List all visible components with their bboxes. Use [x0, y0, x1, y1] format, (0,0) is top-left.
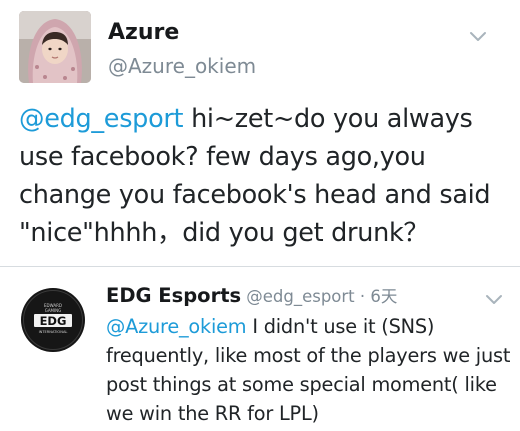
reply-author-name[interactable]: EDG Esports: [106, 284, 241, 307]
logo-bottom-text: INTERNATIONAL: [39, 330, 68, 334]
author-handle[interactable]: @Azure_okiem: [108, 54, 256, 78]
reply-mention-link[interactable]: @Azure_okiem: [106, 315, 247, 338]
author-avatar[interactable]: [19, 11, 91, 83]
tweet-menu-button[interactable]: [469, 28, 487, 41]
reply-header: EDG Esports @edg_esport · 6天: [106, 283, 397, 307]
chevron-down-icon: [486, 295, 502, 304]
divider: [0, 266, 520, 267]
logo-top-text-2: GAMING: [45, 308, 62, 313]
reply-text: @Azure_okiem I didn't use it (SNS) frequ…: [106, 312, 511, 428]
logo-main-text: EDG: [40, 314, 67, 328]
reply-menu-button[interactable]: [485, 291, 503, 304]
reply-time[interactable]: 6天: [370, 287, 397, 306]
edg-logo-icon: EDWARD GAMING EDG INTERNATIONAL: [21, 288, 85, 352]
profile-photo-icon: [19, 11, 91, 83]
chevron-down-icon: [470, 32, 486, 41]
author-name[interactable]: Azure: [108, 20, 179, 45]
tweet-text: @edg_esport hi~zet~do you always use fac…: [19, 100, 514, 252]
reply-author-handle[interactable]: @edg_esport: [246, 287, 354, 306]
mention-link[interactable]: @edg_esport: [19, 104, 184, 134]
reply-avatar[interactable]: EDWARD GAMING EDG INTERNATIONAL: [20, 287, 86, 353]
meta-separator: ·: [354, 287, 371, 306]
main-tweet: Azure @Azure_okiem @edg_esport hi~zet~do…: [0, 0, 520, 266]
